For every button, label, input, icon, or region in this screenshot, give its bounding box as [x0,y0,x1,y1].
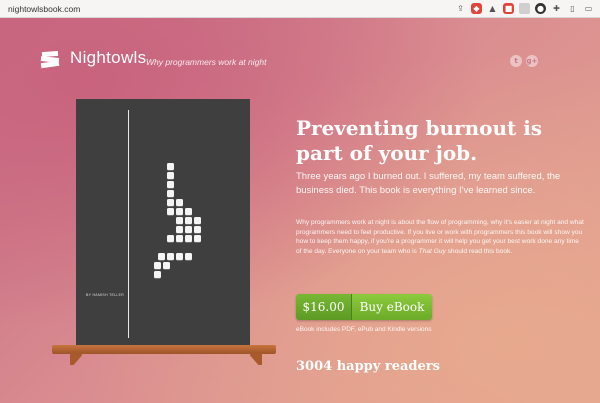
emphasis: That Guy [418,247,446,255]
keyboard-key [163,262,170,269]
keyboard-key [167,190,174,197]
brave-shield-icon[interactable]: ◆ [471,3,482,14]
keyboard-key [167,253,174,260]
browser-extension-bar: ⇪ ◆ ▲ ■ ● ✚ ▯ ▭ [455,3,594,14]
keyboard-key [176,235,183,242]
brand-name[interactable]: Nightowls [70,48,146,68]
keyboard-key [185,235,192,242]
extension-red-icon[interactable]: ■ [503,3,514,14]
cover-line [128,110,129,338]
keyboard-key [185,208,192,215]
shelf-bracket-right [250,353,262,365]
keyboard-key [194,217,201,224]
keyboard-key [154,262,161,269]
browser-toolbar: nightowlsbook.com ⇪ ◆ ▲ ■ ● ✚ ▯ ▭ [0,0,600,18]
keyboard-key [194,226,201,233]
keyboard-key [194,235,201,242]
rewards-icon[interactable]: ▲ [487,3,498,14]
address-bar[interactable]: nightowlsbook.com [8,4,80,14]
book-cover: BY HAMISH TELLER [76,99,250,347]
keyboard-key [176,217,183,224]
page-headline: Preventing burnout is part of your job. [296,116,543,165]
keyboard-key [185,217,192,224]
keyboard-key [167,163,174,170]
keyboard-key [176,226,183,233]
keyboard-key [154,271,161,278]
books-logo-icon [40,51,60,69]
twitter-icon[interactable]: t [510,55,522,67]
keyboard-key [158,253,165,260]
readers-count: 3004 happy readers [296,359,440,374]
keyboard-key [185,253,192,260]
keyboard-key [185,226,192,233]
share-icon[interactable]: ⇪ [455,3,466,14]
lead-paragraph: Three years ago I burned out. I suffered… [296,171,561,196]
sidebar-icon[interactable]: ▯ [567,3,578,14]
wallet-icon[interactable]: ▭ [583,3,594,14]
price-label[interactable]: $16.00 [296,294,352,320]
buy-label[interactable]: Buy eBook [352,294,432,320]
book-author: BY HAMISH TELLER [86,293,125,297]
googleplus-icon[interactable]: g+ [526,55,538,67]
buy-ebook-button[interactable]: $16.00 Buy eBook [296,294,432,320]
tagline: Why programmers work at night [146,57,267,67]
description-paragraph: Why programmers work at night is about t… [296,219,584,255]
keyboard-key [176,208,183,215]
bookshelf [52,345,276,354]
keyboard-key [167,172,174,179]
puzzle-icon[interactable]: ✚ [551,3,562,14]
keyboard-key [167,235,174,242]
keyboard-key [167,208,174,215]
keyboard-key [176,199,183,206]
extension-gray-icon[interactable] [519,3,530,14]
keyboard-key [167,181,174,188]
extension-dark-icon[interactable]: ● [535,3,546,14]
keyboard-key [176,253,183,260]
shelf-bracket-left [70,353,82,365]
formats-note: eBook includes PDF, ePub and Kindle vers… [296,326,432,333]
keyboard-key [167,199,174,206]
